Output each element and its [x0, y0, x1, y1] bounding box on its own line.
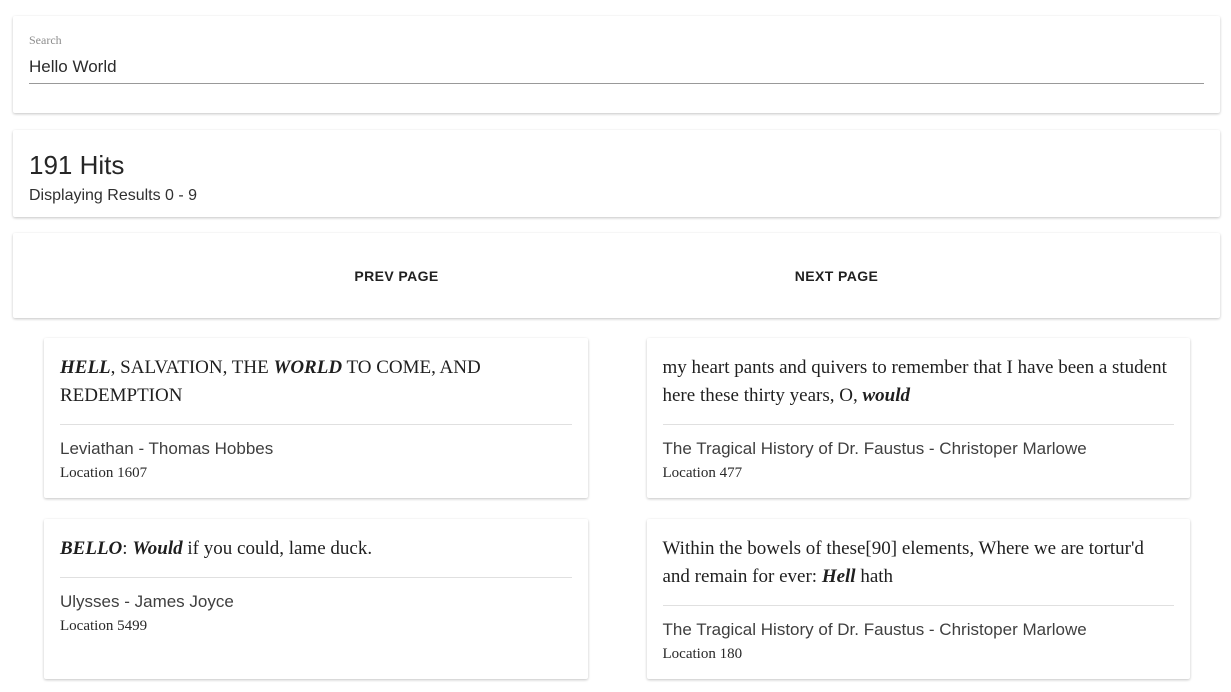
quote-text: my heart pants and quivers to remember t…: [663, 357, 1167, 406]
result-card: Within the bowels of these[90] elements,…: [647, 519, 1191, 679]
quote-highlight: WORLD: [273, 357, 342, 378]
result-quote: my heart pants and quivers to remember t…: [663, 354, 1175, 410]
result-card: my heart pants and quivers to remember t…: [647, 338, 1191, 498]
search-label: Search: [29, 33, 1204, 48]
result-quote: Within the bowels of these[90] elements,…: [663, 535, 1175, 591]
result-quote: BELLO: Would if you could, lame duck.: [60, 535, 572, 563]
hits-count: 191 Hits: [29, 150, 1204, 180]
search-card: Search: [13, 16, 1220, 113]
divider: [60, 577, 572, 578]
result-quote: HELL, SALVATION, THE WORLD TO COME, AND …: [60, 354, 572, 410]
result-location: Location 1607: [60, 464, 572, 482]
result-location: Location 477: [663, 464, 1175, 482]
result-card: BELLO: Would if you could, lame duck. Ul…: [44, 519, 588, 679]
quote-highlight: Hell: [822, 566, 856, 587]
quote-highlight: BELLO: [60, 538, 122, 559]
quote-text: , SALVATION, THE: [111, 357, 274, 378]
divider: [663, 605, 1175, 606]
result-source: The Tragical History of Dr. Faustus - Ch…: [663, 438, 1175, 460]
search-input[interactable]: [29, 48, 1204, 84]
quote-highlight: HELL: [60, 357, 111, 378]
result-location: Location 180: [663, 645, 1175, 663]
result-card: HELL, SALVATION, THE WORLD TO COME, AND …: [44, 338, 588, 498]
next-page-button[interactable]: NEXT PAGE: [617, 258, 1057, 294]
quote-highlight: Would: [132, 538, 182, 559]
top-section: Search 191 Hits Displaying Results 0 - 9…: [0, 0, 1231, 318]
pagination-card: PREV PAGE NEXT PAGE: [13, 233, 1220, 318]
quote-text: if you could, lame duck.: [183, 538, 372, 559]
divider: [60, 424, 572, 425]
result-source: Ulysses - James Joyce: [60, 591, 572, 613]
divider: [663, 424, 1175, 425]
result-source: Leviathan - Thomas Hobbes: [60, 438, 572, 460]
hits-card: 191 Hits Displaying Results 0 - 9: [13, 130, 1220, 217]
quote-highlight: would: [862, 385, 910, 406]
quote-text: :: [122, 538, 132, 559]
results-grid: HELL, SALVATION, THE WORLD TO COME, AND …: [44, 338, 1190, 679]
quote-text: hath: [856, 566, 893, 587]
results-section: HELL, SALVATION, THE WORLD TO COME, AND …: [0, 318, 1231, 679]
quote-text: Within the bowels of these[90] elements,…: [663, 538, 1144, 587]
result-location: Location 5499: [60, 617, 572, 635]
hits-range: Displaying Results 0 - 9: [29, 185, 1204, 207]
result-source: The Tragical History of Dr. Faustus - Ch…: [663, 619, 1175, 641]
prev-page-button[interactable]: PREV PAGE: [177, 258, 617, 294]
